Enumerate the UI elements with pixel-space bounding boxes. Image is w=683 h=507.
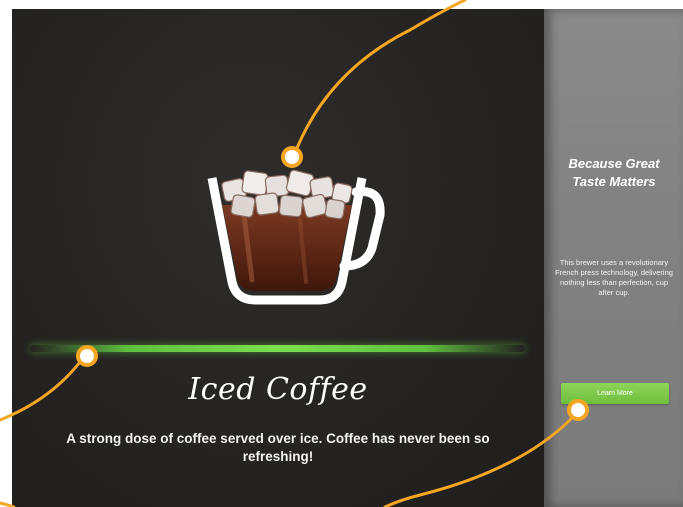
callout-marker-divider [76, 345, 98, 367]
callout-line-mug [295, 0, 467, 150]
callout-marker-mug [281, 146, 303, 168]
stage: Iced Coffee A strong dose of coffee serv… [0, 0, 683, 507]
callout-marker-button [567, 399, 589, 421]
callout-annotations [0, 0, 589, 507]
callout-line-divider [0, 360, 82, 422]
callout-line-button [383, 416, 574, 507]
callout-line-corner [0, 501, 16, 507]
